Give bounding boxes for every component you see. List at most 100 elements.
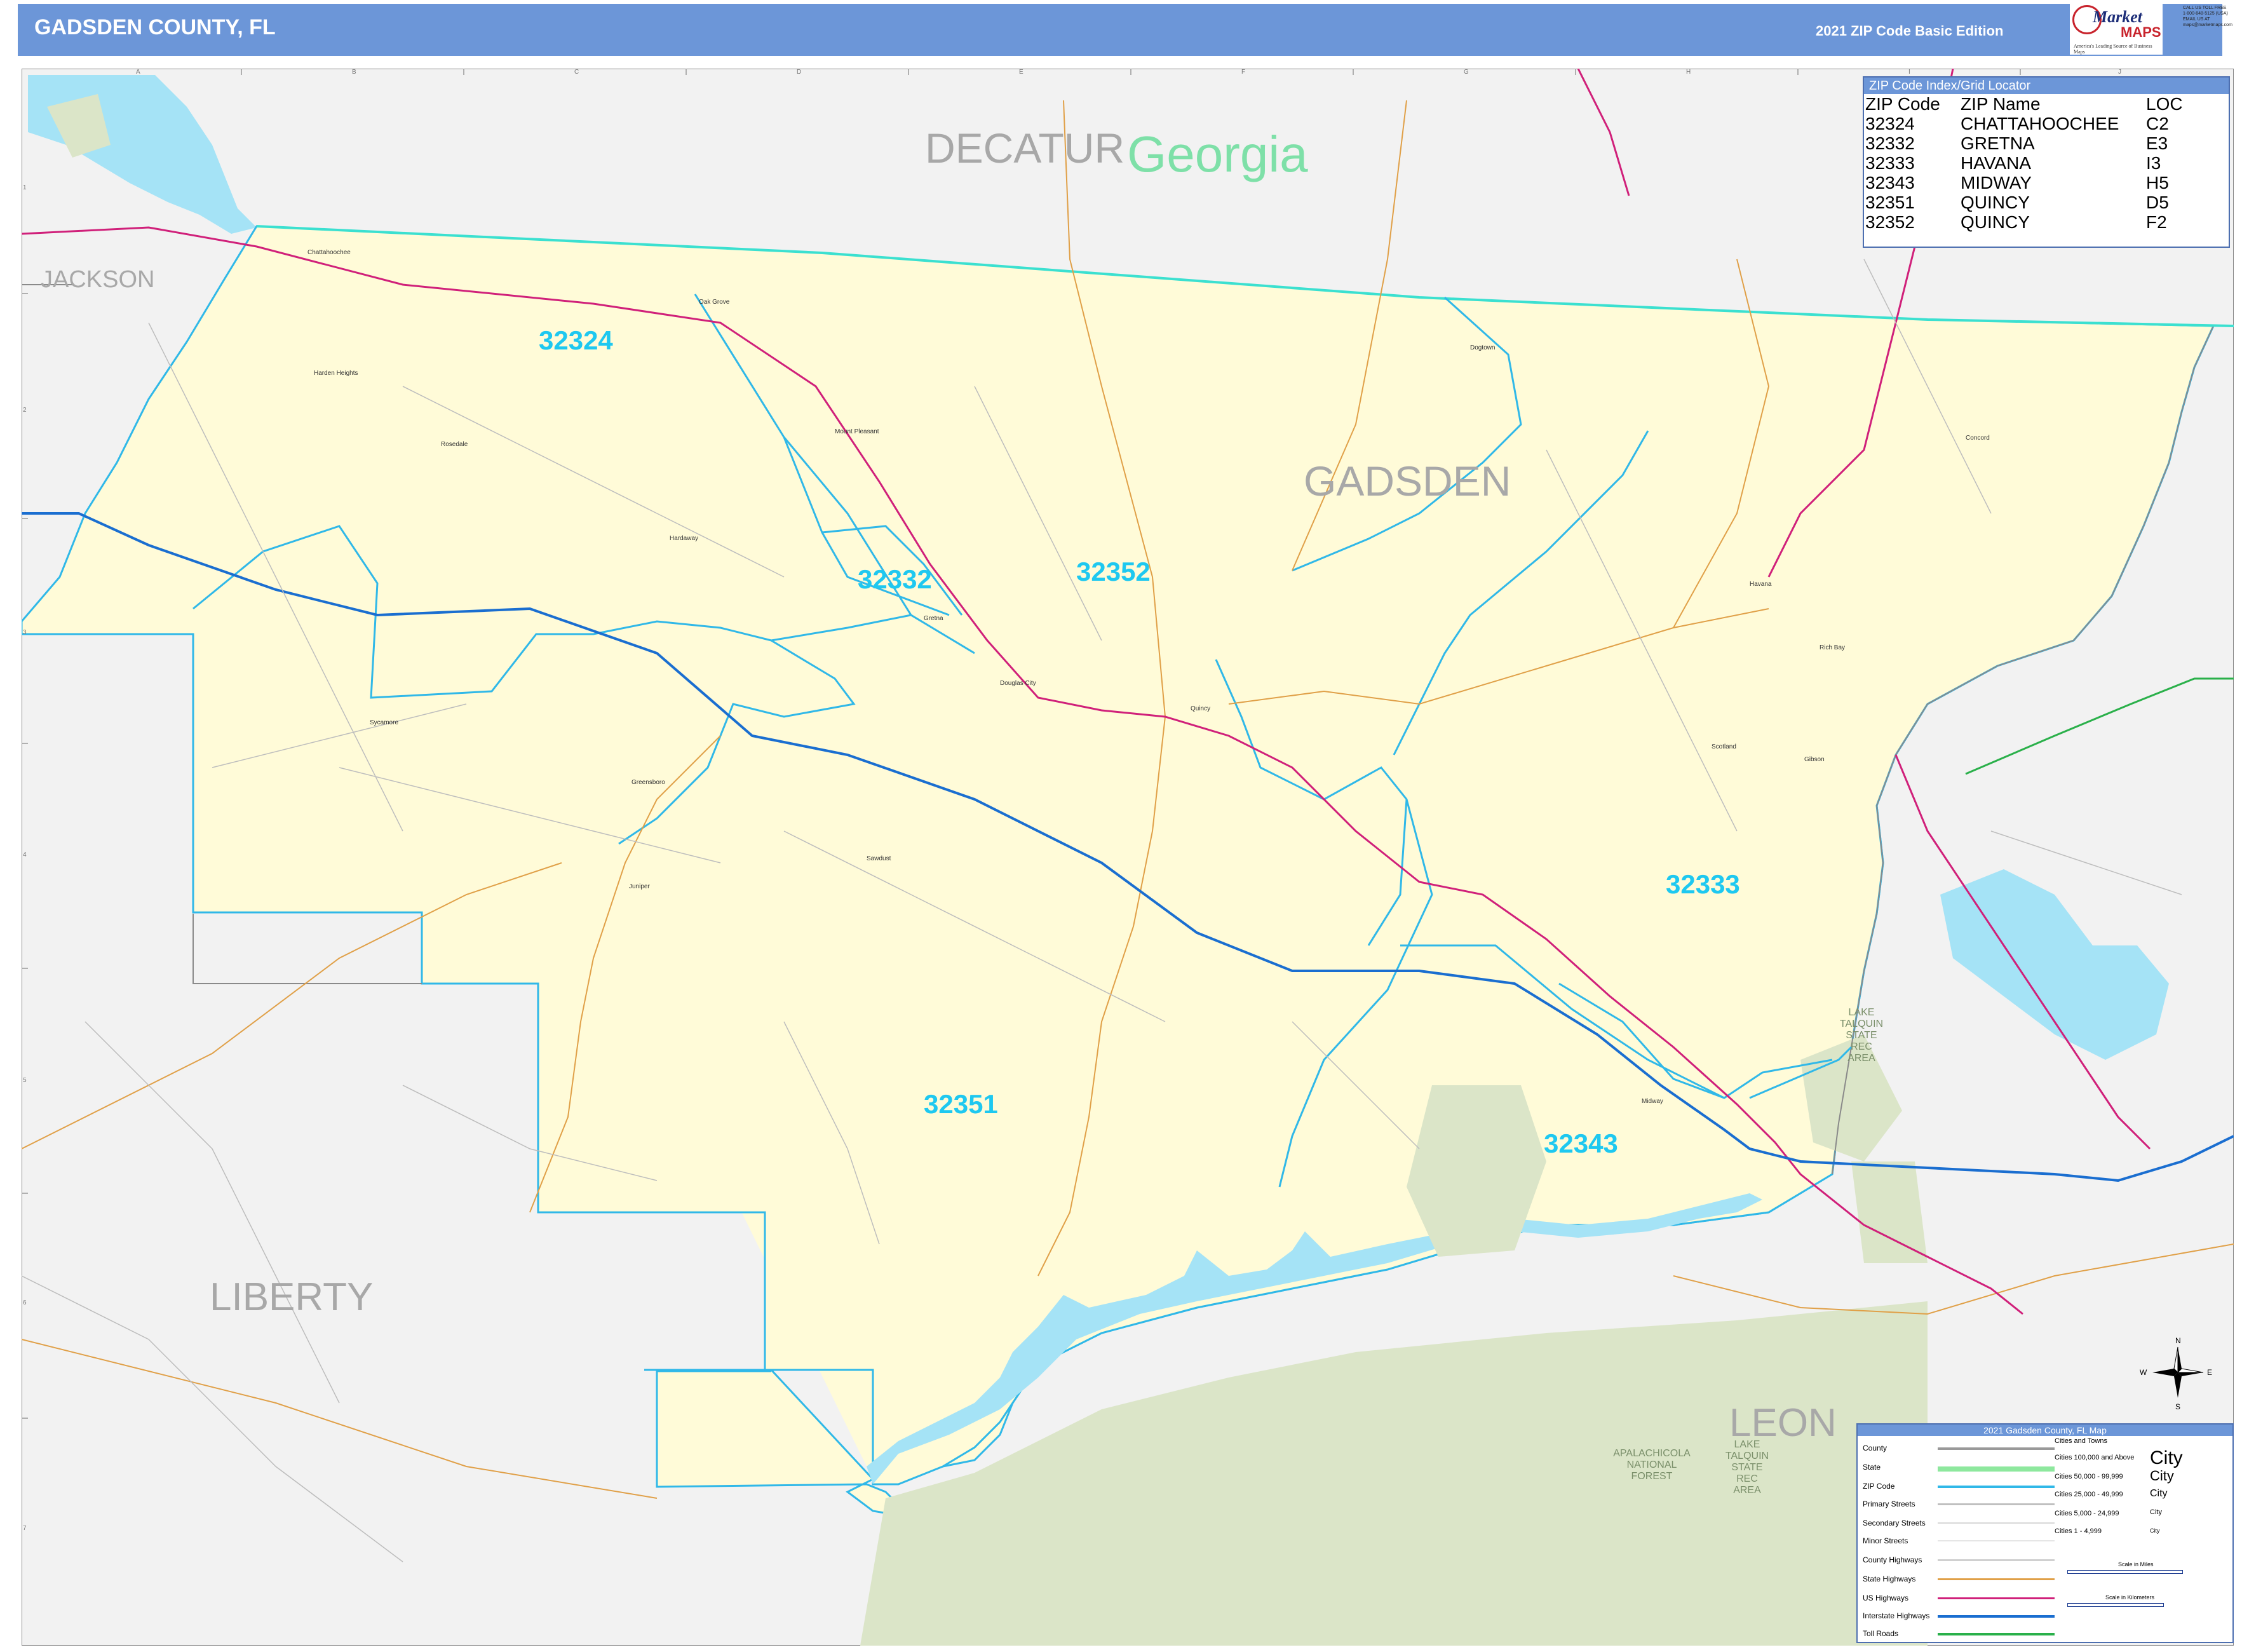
cell-loc: I3 (2146, 153, 2161, 173)
grid-col-b: B (352, 69, 356, 76)
cell-zip: 32351 (1865, 193, 1915, 212)
legend-title: 2021 Gadsden County, FL Map (1858, 1425, 2232, 1436)
cell-loc: E3 (2146, 133, 2168, 153)
scale-km-label: Scale in Kilometers (2105, 1594, 2155, 1601)
edition-label: 2021 ZIP Code Basic Edition (1816, 23, 2004, 39)
zip-index-panel: ZIP Code Index/Grid Locator ZIP Code ZIP… (1863, 76, 2230, 248)
park-label-apalachicola-3: FOREST (1631, 1471, 1673, 1482)
legend-item: ZIP Code (1863, 1482, 1895, 1491)
legend-item: Secondary Streets (1863, 1519, 1926, 1527)
place-label: Mount Pleasant (835, 428, 879, 435)
contact-line: 1-800-848-5125 (USA) (2183, 11, 2228, 16)
grid-row-5: 5 (23, 1077, 27, 1084)
park-label-apalachicola-1: APALACHICOLA (1613, 1448, 1691, 1459)
region-label-decatur: DECATUR (925, 125, 1124, 172)
grid-col-j: J (2118, 69, 2121, 76)
legend-city-sample-4: City (2150, 1508, 2162, 1516)
place-label: Gibson (1804, 756, 1825, 763)
grid-col-g: G (1464, 69, 1469, 76)
legend-swatch-state-hwy (1938, 1578, 2055, 1580)
zip-label-32324[interactable]: 32324 (539, 325, 613, 355)
map-legend: 2021 Gadsden County, FL Map County State… (1856, 1423, 2234, 1643)
market-maps-logo: Market MAPS America's Leading Source of … (2070, 4, 2163, 55)
park-label-talquin-a-3: STATE (1846, 1030, 1877, 1041)
place-label: Rich Bay (1820, 644, 1845, 651)
place-label: Concord (1966, 435, 1990, 442)
place-label: Havana (1750, 581, 1772, 588)
place-label: Dogtown (1470, 344, 1495, 351)
grid-col-f: F (1241, 69, 1245, 76)
park-label-apalachicola-2: NATIONAL (1627, 1459, 1677, 1470)
table-row[interactable]: 32333 HAVANA I3 (1865, 153, 2183, 173)
zip-label-32333[interactable]: 32333 (1666, 869, 1740, 899)
place-label: Chattahoochee (307, 249, 351, 256)
legend-item: Toll Roads (1863, 1629, 1899, 1638)
legend-city-sample-2: City (2150, 1468, 2174, 1484)
legend-swatch-toll (1938, 1633, 2055, 1635)
legend-swatch-interstate (1938, 1615, 2055, 1618)
region-label-leon: LEON (1729, 1401, 1837, 1445)
park-label-talquin-a-2: TALQUIN (1840, 1019, 1883, 1029)
grid-row-6: 6 (23, 1299, 27, 1306)
legend-city-sample-1: City (2150, 1447, 2183, 1468)
cell-zip: 32343 (1865, 173, 1915, 193)
park-label-talquin-b-1: LAKE (1734, 1439, 1760, 1450)
compass-w: W (2140, 1368, 2147, 1377)
legend-city-size: Cities 100,000 and Above (2055, 1454, 2135, 1461)
grid-row-7: 7 (23, 1525, 27, 1532)
place-label: Douglas City (1000, 680, 1036, 687)
legend-swatch-state (1938, 1466, 2055, 1472)
legend-city-size: Cities 1 - 4,999 (2055, 1527, 2102, 1535)
cell-name: CHATTAHOOCHEE (1961, 114, 2119, 133)
grid-col-e: E (1019, 69, 1023, 76)
legend-city-size: Cities 25,000 - 49,999 (2055, 1491, 2123, 1498)
table-row[interactable]: 32324 CHATTAHOOCHEE C2 (1865, 114, 2183, 133)
place-label: Harden Heights (314, 370, 358, 377)
legend-item: Interstate Highways (1863, 1611, 1930, 1620)
zip-label-32343[interactable]: 32343 (1544, 1128, 1618, 1158)
place-label: Midway (1642, 1098, 1663, 1105)
scale-km-bar (2067, 1603, 2164, 1607)
place-label: Greensboro (631, 779, 665, 786)
zip-label-32352[interactable]: 32352 (1076, 557, 1151, 586)
legend-item: County Highways (1863, 1555, 1922, 1564)
grid-row-4: 4 (23, 851, 27, 858)
legend-city-sample-5: City (2150, 1527, 2160, 1534)
zip-index-header: ZIP Code Index/Grid Locator (1864, 78, 2229, 94)
park-label-talquin-a-4: REC (1851, 1041, 1872, 1052)
talquin-park-c (1851, 1161, 1928, 1263)
page-title: GADSDEN COUNTY, FL (34, 15, 276, 39)
zip-label-32332[interactable]: 32332 (858, 564, 932, 594)
cell-loc: D5 (2146, 193, 2169, 212)
table-row[interactable]: 32343 MIDWAY H5 (1865, 173, 2183, 193)
cell-zip: 32333 (1865, 153, 1915, 173)
cell-name: MIDWAY (1961, 173, 2032, 193)
legend-swatch-secondary (1938, 1522, 2055, 1524)
compass-e: E (2207, 1368, 2212, 1377)
table-row[interactable]: 32332 GRETNA E3 (1865, 133, 2183, 153)
zip-index-header-row: ZIP Code ZIP Name LOC (1865, 94, 2183, 114)
legend-item: US Highways (1863, 1594, 1909, 1602)
contact-info: CALL US TOLL FREE 1-800-848-5125 (USA) E… (2183, 5, 2238, 53)
header-bar: GADSDEN COUNTY, FL 2021 ZIP Code Basic E… (18, 4, 2222, 56)
table-row[interactable]: 32352 QUINCY F2 (1865, 212, 2183, 232)
zip-index-table: ZIP Code ZIP Name LOC 32324 CHATTAHOOCHEE… (1865, 94, 2183, 232)
legend-swatch-county-hwy (1938, 1559, 2055, 1561)
region-label-jackson: JACKSON (41, 266, 154, 293)
grid-col-c: C (574, 69, 579, 76)
map-canvas[interactable]: A B C D E F G H I J 1 2 3 4 5 6 7 DECATU… (22, 69, 2234, 1646)
cell-name: HAVANA (1961, 153, 2031, 173)
legend-item: County (1863, 1444, 1887, 1452)
cell-name: GRETNA (1961, 133, 2035, 153)
place-label: Juniper (629, 883, 650, 890)
zip-label-32351[interactable]: 32351 (924, 1089, 998, 1119)
table-row[interactable]: 32351 QUINCY D5 (1865, 193, 2183, 212)
cell-loc: H5 (2146, 173, 2169, 193)
col-name: ZIP Name (1961, 94, 2041, 114)
grid-col-h: H (1686, 69, 1691, 76)
grid-col-d: D (797, 69, 801, 76)
logo-tagline: America's Leading Source of Business Map… (2074, 43, 2152, 55)
compass-s: S (2175, 1402, 2180, 1411)
park-label-talquin-b-4: REC (1736, 1473, 1758, 1484)
place-label: Oak Grove (699, 299, 730, 306)
